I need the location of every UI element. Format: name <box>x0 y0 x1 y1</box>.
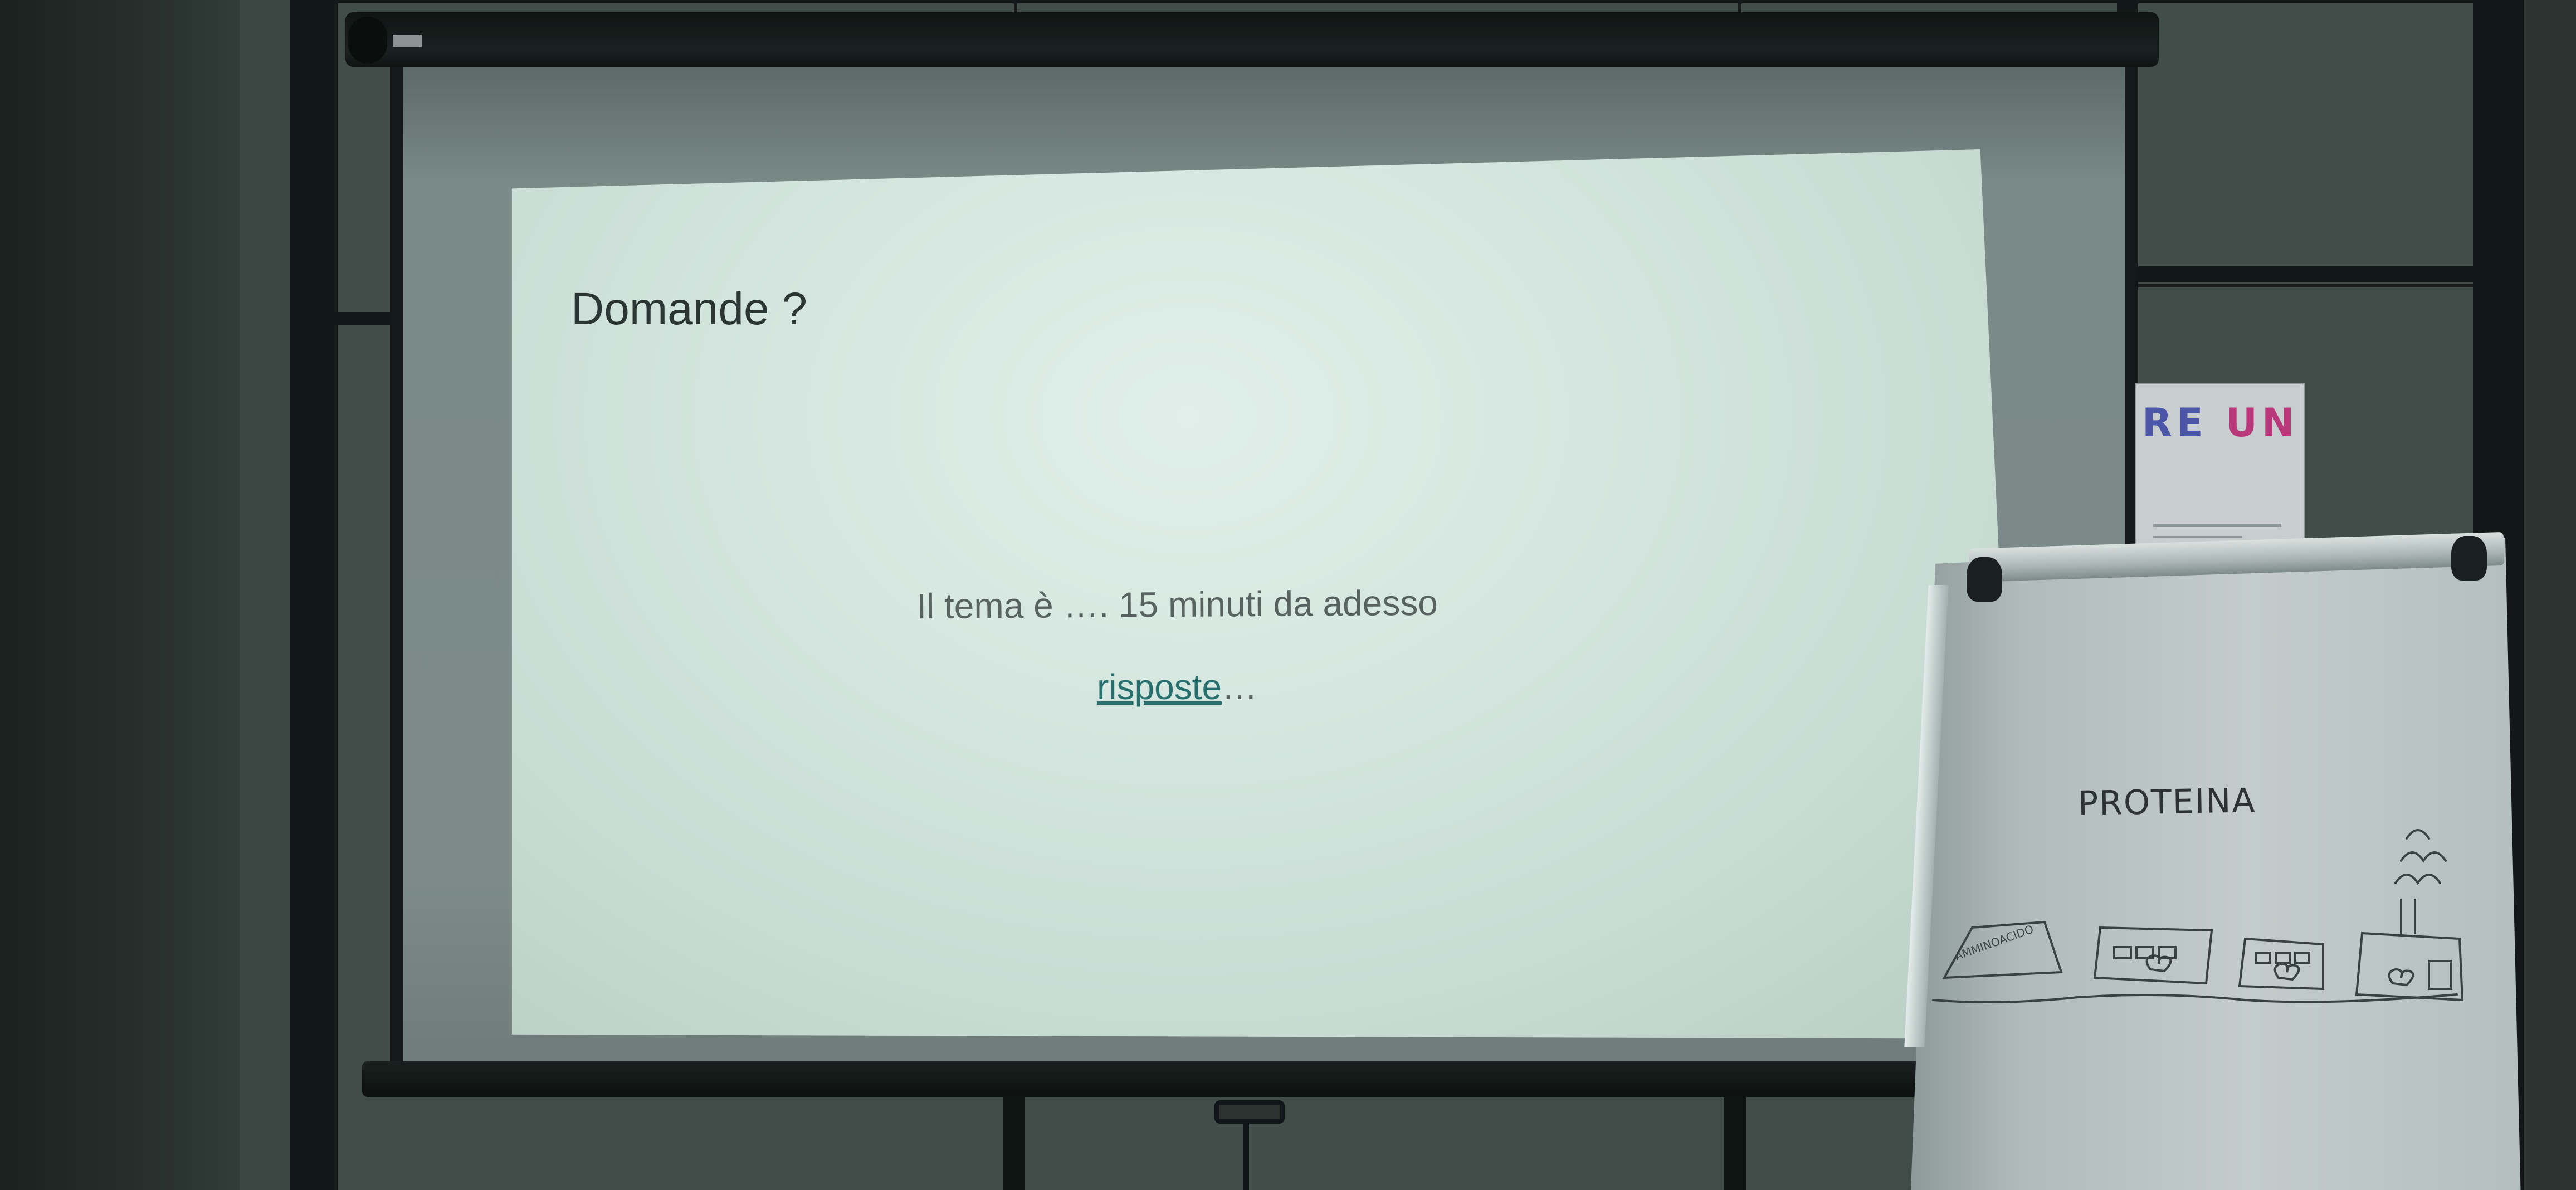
projected-slide: Domande ? Il tema è …. 15 minuti da ades… <box>511 149 2021 1039</box>
sketch-box <box>1942 920 2063 979</box>
wall-panel <box>2128 0 2502 291</box>
sketch-door <box>2428 960 2452 990</box>
poster-title-part1: RE <box>2142 400 2208 446</box>
sketch-smoke <box>2394 874 2441 885</box>
screen-pull-cord <box>1243 1121 1249 1190</box>
flipchart-drawing: PROTEINA AMMINOACIDO <box>1911 538 2524 1190</box>
screen-housing <box>345 12 2159 67</box>
screen-end-cap <box>348 17 387 64</box>
frame-post <box>290 0 334 1190</box>
poster-text-line <box>2153 524 2281 527</box>
flipchart-sketch <box>1932 829 2464 1003</box>
sketch-windows <box>2255 952 2310 964</box>
sketch-heart <box>2273 962 2300 981</box>
frame-post <box>2134 266 2479 282</box>
sketch-heart <box>2388 968 2414 987</box>
frame-post <box>1003 1092 1025 1190</box>
sketch-smoke <box>2406 829 2430 840</box>
screen-pull-handle <box>1214 1100 1285 1124</box>
slide-title: Domande ? <box>571 284 807 334</box>
poster-title: RE UN <box>2142 400 2299 446</box>
photo-scene: Domande ? Il tema è …. 15 minuti da ades… <box>0 0 2576 1190</box>
slide-body-text: Il tema è …. 15 minuti da adesso <box>916 582 1438 627</box>
sketch-chimney <box>2400 899 2416 934</box>
poster-title-part2: UN <box>2226 400 2299 446</box>
slide-link[interactable]: risposte <box>1097 667 1222 707</box>
wall-column <box>240 0 290 1190</box>
screen-bottom-bar <box>362 1061 2017 1097</box>
slide-link-line: risposte… <box>512 666 1848 708</box>
frame-post <box>1724 1092 1746 1190</box>
frame-post <box>333 312 394 325</box>
wall-poster: RE UN <box>2136 384 2304 552</box>
left-wall <box>0 0 240 1190</box>
sketch-smoke <box>2400 851 2447 863</box>
slide-link-suffix: … <box>1222 667 1258 707</box>
screen-brand-plate <box>393 35 422 47</box>
